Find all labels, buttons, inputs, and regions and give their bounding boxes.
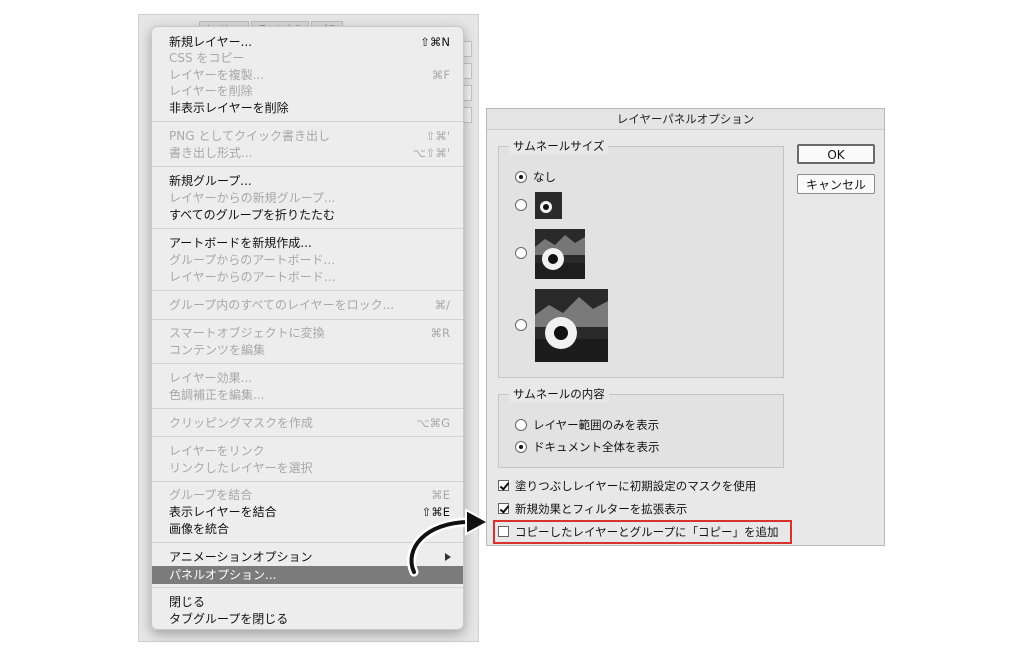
menu-item-label: コンテンツを編集 <box>169 343 266 357</box>
thumbnail-large-preview <box>535 289 608 362</box>
menu-item-quick-export-png[interactable]: PNG としてクイック書き出し ⇧⌘' <box>152 127 463 145</box>
menu-item-create-clipping-mask[interactable]: クリッピングマスクを作成 ⌥⌘G <box>152 414 463 432</box>
ok-button[interactable]: OK <box>797 144 875 164</box>
menu-separator <box>152 121 463 122</box>
thumbnail-medium-preview <box>535 229 585 279</box>
menu-item-shortcut: ⇧⌘' <box>425 129 450 143</box>
radio-button[interactable] <box>515 171 527 183</box>
menu-item-label: レイヤーからの新規グループ... <box>169 191 336 205</box>
menu-item-label: クリッピングマスクを作成 <box>169 416 314 430</box>
thumbnail-size-group: サムネールサイズ なし <box>498 138 784 378</box>
menu-item-delete-hidden-layers[interactable]: 非表示レイヤーを削除 <box>152 99 463 117</box>
menu-item-shortcut: ⌘R <box>430 326 451 340</box>
menu-item-shortcut: ⌥⌘G <box>416 416 450 430</box>
menu-item-collapse-all-groups[interactable]: すべてのグループを折りたたむ <box>152 206 463 224</box>
menu-item-shortcut: ⌘/ <box>434 298 450 312</box>
thumbnail-contents-group: サムネールの内容 レイヤー範囲のみを表示 ドキュメント全体を表示 <box>498 386 784 468</box>
menu-item-label: 表示レイヤーを結合 <box>169 505 277 519</box>
cancel-button[interactable]: キャンセル <box>797 174 875 194</box>
sunflower-icon <box>535 229 585 279</box>
thumbnail-small-preview <box>535 192 562 219</box>
menu-item-new-artboard[interactable]: アートボードを新規作成... <box>152 234 463 252</box>
menu-separator <box>152 436 463 437</box>
menu-separator <box>152 290 463 291</box>
checkbox-label: 塗りつぶしレイヤーに初期設定のマスクを使用 <box>515 479 757 493</box>
menu-item-edit-contents[interactable]: コンテンツを編集 <box>152 341 463 359</box>
menu-item-label: 色調補正を編集... <box>169 388 265 402</box>
menu-separator <box>152 408 463 409</box>
menu-item-delete-layer[interactable]: レイヤーを削除 <box>152 82 463 100</box>
menu-separator <box>152 481 463 482</box>
menu-item-shortcut: ⌥⇧⌘' <box>412 146 450 160</box>
menu-item-select-linked-layers[interactable]: リンクしたレイヤーを選択 <box>152 459 463 477</box>
menu-item-link-layers[interactable]: レイヤーをリンク <box>152 442 463 460</box>
menu-separator <box>152 363 463 364</box>
radio-button[interactable] <box>515 319 527 331</box>
checkbox-label: 新規効果とフィルターを拡張表示 <box>515 502 688 516</box>
menu-item-layer-effects[interactable]: レイヤー効果... <box>152 369 463 387</box>
menu-item-label: グループ内のすべてのレイヤーをロック... <box>169 298 395 312</box>
radio-label: レイヤー範囲のみを表示 <box>533 418 660 432</box>
menu-item-label: レイヤーを削除 <box>169 84 253 98</box>
checkbox[interactable] <box>498 480 509 491</box>
menu-item-lock-all-layers-in-group[interactable]: グループ内のすべてのレイヤーをロック... ⌘/ <box>152 296 463 314</box>
radio-button[interactable] <box>515 199 527 211</box>
menu-item-label: 画像を統合 <box>169 522 230 536</box>
sunflower-icon <box>535 192 562 219</box>
sunflower-icon <box>535 289 608 362</box>
menu-item-label: CSS をコピー <box>169 51 245 65</box>
radio-button[interactable] <box>515 419 527 431</box>
menu-item-new-group[interactable]: 新規グループ... <box>152 172 463 190</box>
menu-separator <box>152 319 463 320</box>
checkbox-label: コピーしたレイヤーとグループに「コピー」を追加 <box>515 525 779 539</box>
menu-item-label: スマートオブジェクトに変換 <box>169 326 325 340</box>
menu-item-label: グループからのアートボード... <box>169 253 336 267</box>
thumbnail-contents-title: サムネールの内容 <box>509 386 609 402</box>
menu-item-label: レイヤー効果... <box>169 371 253 385</box>
menu-item-edit-adjustment[interactable]: 色調補正を編集... <box>152 386 463 404</box>
checkbox[interactable] <box>498 503 509 514</box>
menu-item-label: すべてのグループを折りたたむ <box>169 208 335 222</box>
callout-arrow-icon <box>407 508 491 577</box>
screenshot-canvas: レイヤー チャンネル パス 新規レイヤー... ⇧⌘N CSS をコピー レイヤ… <box>0 0 1024 656</box>
radio-label: なし <box>533 170 556 184</box>
menu-item-label: グループを結合 <box>169 488 253 502</box>
menu-item-label: 新規グループ... <box>169 174 252 188</box>
menu-item-label: 書き出し形式... <box>169 146 253 160</box>
menu-item-label: アートボードを新規作成... <box>169 236 312 250</box>
menu-item-label: レイヤーをリンク <box>169 444 265 458</box>
thumbnail-size-title: サムネールサイズ <box>509 138 609 154</box>
menu-item-label: PNG としてクイック書き出し <box>169 129 330 143</box>
menu-item-label: タブグループを閉じる <box>169 612 289 626</box>
menu-item-convert-to-smart-object[interactable]: スマートオブジェクトに変換 ⌘R <box>152 324 463 342</box>
radio-button[interactable] <box>515 441 527 453</box>
menu-separator <box>152 228 463 229</box>
menu-item-close-tab-group[interactable]: タブグループを閉じる <box>152 610 463 628</box>
menu-item-label: パネルオプション... <box>169 568 277 582</box>
menu-item-close[interactable]: 閉じる <box>152 593 463 611</box>
menu-item-label: 非表示レイヤーを削除 <box>169 101 289 115</box>
menu-item-artboard-from-layers[interactable]: レイヤーからのアートボード... <box>152 268 463 286</box>
menu-item-label: 閉じる <box>169 595 206 609</box>
menu-item-export-as[interactable]: 書き出し形式... ⌥⇧⌘' <box>152 144 463 162</box>
menu-item-label: レイヤーからのアートボード... <box>169 270 336 284</box>
menu-separator <box>152 166 463 167</box>
menu-item-artboard-from-group[interactable]: グループからのアートボード... <box>152 251 463 269</box>
menu-item-new-group-from-layers[interactable]: レイヤーからの新規グループ... <box>152 189 463 207</box>
checkbox[interactable] <box>498 526 509 537</box>
menu-item-label: リンクしたレイヤーを選択 <box>169 461 313 475</box>
dialog-title: レイヤーパネルオプション <box>487 109 884 130</box>
menu-item-label: アニメーションオプション <box>169 550 313 564</box>
radio-label: ドキュメント全体を表示 <box>533 440 660 454</box>
menu-item-copy-css[interactable]: CSS をコピー <box>152 49 463 67</box>
radio-button[interactable] <box>515 247 527 259</box>
layers-panel-options-dialog: レイヤーパネルオプション サムネールサイズ なし サムネールの内容 レイヤー範囲… <box>486 108 885 546</box>
